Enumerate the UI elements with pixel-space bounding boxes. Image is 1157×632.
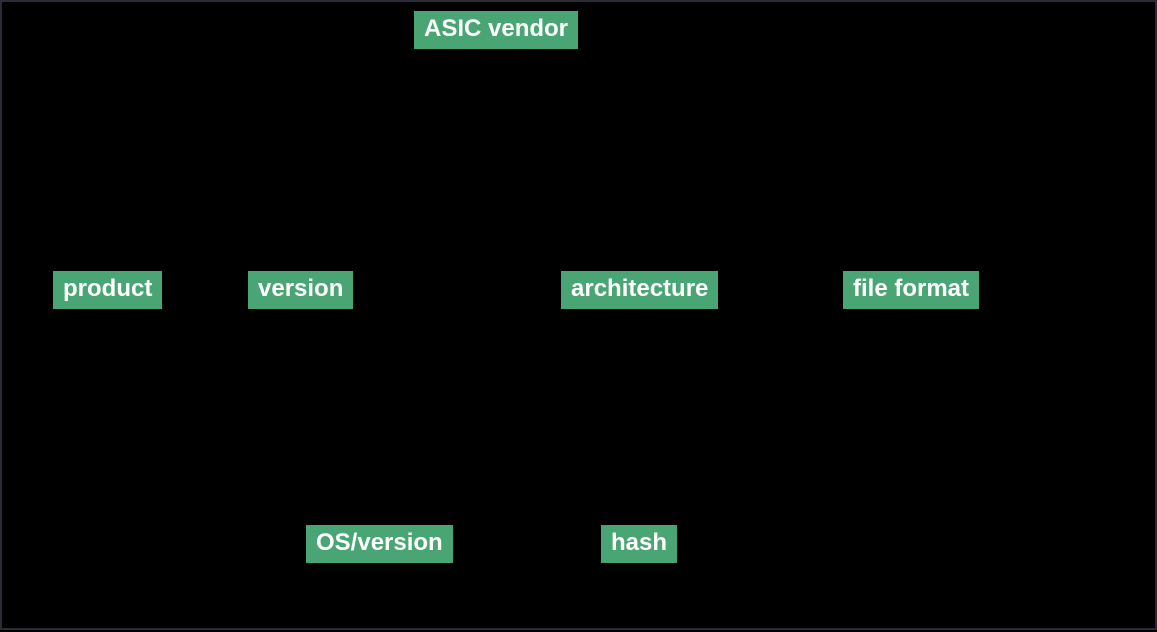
node-version: version bbox=[248, 271, 353, 309]
node-os-version: OS/version bbox=[306, 525, 453, 563]
edges-layer bbox=[2, 2, 1157, 632]
node-asic-vendor: ASIC vendor bbox=[414, 11, 578, 49]
node-hash: hash bbox=[601, 525, 677, 563]
node-product: product bbox=[53, 271, 162, 309]
node-architecture: architecture bbox=[561, 271, 718, 309]
node-file-format: file format bbox=[843, 271, 979, 309]
